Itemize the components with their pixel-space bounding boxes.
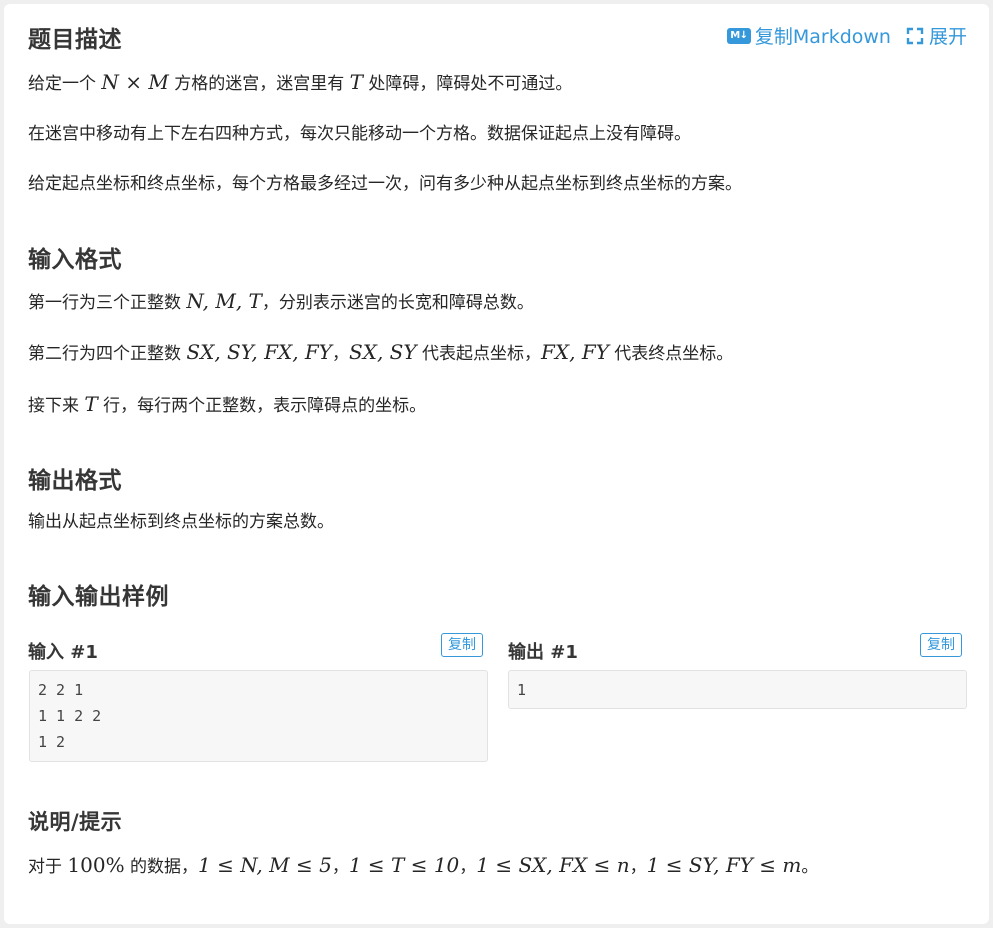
sample-output-title: 输出 #1 [508,642,578,663]
output-format-paragraph-1: 输出从起点坐标到终点坐标的方案总数。 [28,512,334,532]
text-segment: 方格的迷宫，迷宫里有 [168,74,350,94]
math-expression: 100% [67,853,125,877]
copy-markdown-label: 复制Markdown [754,26,891,48]
text-segment: 的数据， [124,857,198,877]
math-expression: N, M, T [186,289,262,313]
section-title-input-format: 输入格式 [28,247,122,273]
math-expression: T [84,392,98,416]
description-paragraph-3: 给定起点坐标和终点坐标，每个方格最多经过一次，问有多少种从起点坐标到终点坐标的方… [28,174,742,194]
markdown-icon: M↓ [726,27,751,44]
text-segment: 代表起点坐标， [416,344,541,364]
section-title-output-format: 输出格式 [28,468,122,494]
expand-icon [906,27,924,44]
section-title-description: 题目描述 [28,27,122,53]
input-format-paragraph-1: 第一行为三个正整数 N, M, T，分别表示迷宫的长宽和障碍总数。 [28,289,534,315]
text-segment: 接下来 [28,396,85,416]
input-format-paragraph-2: 第二行为四个正整数 SX, SY, FX, FY，SX, SY 代表起点坐标，F… [28,340,733,366]
text-segment: ，分别表示迷宫的长宽和障碍总数。 [261,293,534,313]
section-title-samples: 输入输出样例 [28,584,169,610]
header-actions: M↓ 复制Markdown 展开 [726,22,967,49]
problem-card: 题目描述 给定一个 N × M 方格的迷宫，迷宫里有 T 处障碍，障碍处不可通过… [4,4,989,924]
text-segment: 处障碍，障碍处不可通过。 [363,74,573,94]
sample-input-title: 输入 #1 [28,642,98,663]
expand-button[interactable]: 展开 [905,22,967,49]
sample-output-box[interactable]: 1 [508,670,967,709]
text-segment: 第一行为三个正整数 [28,293,187,313]
math-expression: SX, SY [349,340,417,364]
math-expression: 1 ≤ T ≤ 10 [348,853,460,877]
text-segment: ， [332,344,350,364]
section-title-hint: 说明/提示 [28,810,123,834]
sample-input-box[interactable]: 2 2 1 1 1 2 2 1 2 [29,670,488,762]
copy-output-button[interactable]: 复制 [920,633,962,657]
text-segment: ， [331,857,349,877]
text-segment: ， [459,857,477,877]
math-expression: FX, FY [540,340,609,364]
copy-input-button[interactable]: 复制 [441,633,483,657]
copy-markdown-button[interactable]: M↓ 复制Markdown [726,22,891,49]
text-segment: 。 [801,857,819,877]
math-expression: 1 ≤ SX, FX ≤ n [476,853,630,877]
math-expression: SX, SY, FX, FY [186,340,333,364]
text-segment: 第二行为四个正整数 [28,344,187,364]
input-format-paragraph-3: 接下来 T 行，每行两个正整数，表示障碍点的坐标。 [28,392,426,418]
text-segment: ， [629,857,647,877]
math-expression: 1 ≤ SY, FY ≤ m [646,853,802,877]
description-paragraph-2: 在迷宫中移动有上下左右四种方式，每次只能移动一个方格。数据保证起点上没有障碍。 [28,124,691,144]
text-segment: 代表终点坐标。 [608,344,734,364]
math-expression: 1 ≤ N, M ≤ 5 [198,853,332,877]
text-segment: 给定一个 [28,74,102,94]
text-segment: 行，每行两个正整数，表示障碍点的坐标。 [97,396,427,416]
expand-label: 展开 [928,26,967,48]
description-paragraph-1: 给定一个 N × M 方格的迷宫，迷宫里有 T 处障碍，障碍处不可通过。 [28,70,572,96]
hint-paragraph: 对于 100% 的数据，1 ≤ N, M ≤ 5，1 ≤ T ≤ 10，1 ≤ … [28,853,818,879]
text-segment: 对于 [28,857,68,877]
math-expression: T [349,70,364,94]
math-expression: N × M [101,70,169,94]
